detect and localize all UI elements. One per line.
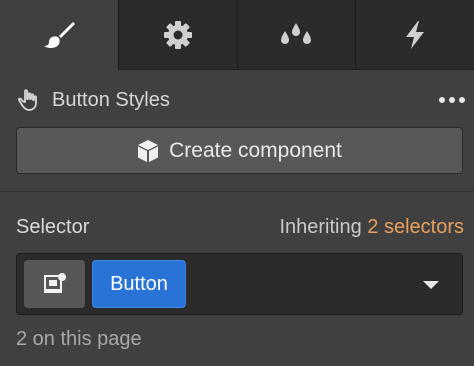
- chevron-down-icon[interactable]: [422, 280, 440, 290]
- droplets-icon: [281, 22, 312, 44]
- element-style-button[interactable]: [24, 260, 85, 308]
- selector-count: 2 on this page: [16, 328, 142, 350]
- tab-interactions[interactable]: [237, 0, 357, 70]
- gear-icon: [163, 20, 192, 49]
- tab-settings[interactable]: [118, 0, 238, 70]
- cube-icon: [138, 139, 159, 162]
- inheriting-prefix: Inheriting: [279, 216, 362, 238]
- selector-label: Selector: [16, 216, 90, 238]
- more-dots-icon[interactable]: [438, 95, 466, 105]
- hand-pointer-icon: [18, 89, 37, 111]
- inheriting-selectors-link[interactable]: 2 selectors: [367, 216, 464, 238]
- panel-header: Button Styles: [0, 80, 474, 120]
- create-component-label: Create component: [169, 138, 342, 162]
- selector-field[interactable]: Button: [16, 253, 463, 315]
- tab-style[interactable]: [0, 0, 119, 70]
- inheriting-text: Inheriting 2 selectors: [279, 215, 464, 239]
- tab-lightning[interactable]: [356, 0, 474, 70]
- paintbrush-icon: [43, 22, 75, 49]
- selector-chip-label: Button: [110, 272, 168, 295]
- panel-title: Button Styles: [52, 89, 170, 111]
- element-style-icon: [43, 273, 66, 293]
- selector-chip-button[interactable]: Button: [92, 260, 186, 308]
- lightning-icon: [406, 20, 425, 49]
- tab-bar: [0, 0, 474, 70]
- divider: [0, 191, 474, 192]
- create-component-button[interactable]: Create component: [16, 127, 463, 174]
